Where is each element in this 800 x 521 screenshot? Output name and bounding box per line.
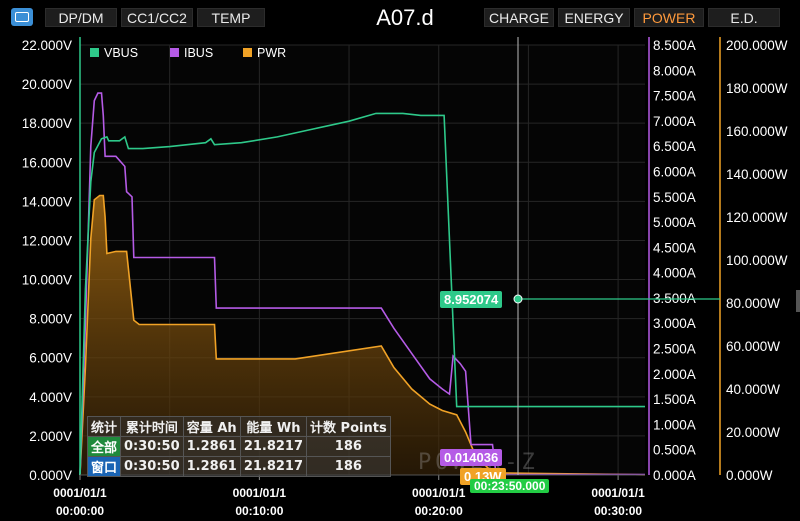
table-cell: 0:30:50 — [120, 456, 184, 477]
statistics-table: 统计 累计时间 容量 Ah 能量 Wh 计数 Points 全部 0:30:50… — [86, 416, 391, 477]
y-left-tick-label: 2.000V — [29, 429, 72, 444]
table-cell: 186 — [306, 456, 391, 477]
y-left-tick-label: 22.000V — [22, 38, 72, 53]
x-tick-time: 00:00:00 — [56, 504, 104, 518]
x-tick-time: 00:30:00 — [594, 504, 642, 518]
table-row: 全部 0:30:50 1.2861 21.8217 186 — [86, 436, 391, 457]
y-mid-tick-label: 7.500A — [653, 89, 696, 104]
y-right-tick-label: 200.000W — [726, 38, 788, 53]
y-mid-tick-label: 6.500A — [653, 139, 696, 154]
legend-swatch-vbus — [90, 48, 99, 57]
legend-swatch-pwr — [243, 48, 252, 57]
y-mid-tick-label: 3.000A — [653, 316, 696, 331]
y-mid-tick-label: 4.000A — [653, 266, 696, 281]
table-cell: 21.8217 — [239, 456, 308, 477]
chart-legend[interactable]: VBUS IBUS PWR — [90, 46, 286, 60]
header-cell: 容量 Ah — [182, 416, 241, 437]
table-row: 窗口 0:30:50 1.2861 21.8217 186 — [86, 456, 391, 477]
table-cell: 186 — [306, 436, 391, 457]
y-right-tick-label: 180.000W — [726, 81, 788, 96]
header-cell: 能量 Wh — [239, 416, 308, 437]
row-label-all: 全部 — [86, 436, 122, 457]
table-cell: 21.8217 — [239, 436, 308, 457]
header-cell: 计数 Points — [306, 416, 391, 437]
table-cell: 0:30:50 — [120, 436, 184, 457]
y-left-tick-label: 8.000V — [29, 312, 72, 327]
y-mid-tick-label: 2.000A — [653, 367, 696, 382]
y-mid-tick-label: 1.000A — [653, 417, 696, 432]
x-tick-time: 00:20:00 — [415, 504, 463, 518]
y-right-tick-label: 100.000W — [726, 253, 788, 268]
x-tick-date: 0001/01/1 — [53, 486, 107, 500]
header-cell: 统计 — [86, 416, 122, 437]
y-left-tick-label: 4.000V — [29, 390, 72, 405]
y-left-tick-label: 0.000V — [29, 468, 72, 483]
y-mid-tick-label: 6.000A — [653, 164, 696, 179]
y-right-tick-label: 60.000W — [726, 339, 780, 354]
table-cell: 1.2861 — [182, 456, 241, 477]
y-right-tick-label: 0.000W — [726, 468, 773, 483]
y-right-tick-label: 40.000W — [726, 382, 780, 397]
cursor-marker — [513, 294, 523, 304]
row-label-window: 窗口 — [86, 456, 122, 477]
y-left-tick-label: 16.000V — [22, 155, 72, 170]
header-cell: 累计时间 — [120, 416, 184, 437]
legend-label-pwr[interactable]: PWR — [257, 46, 286, 60]
y-left-tick-label: 6.000V — [29, 351, 72, 366]
y-mid-tick-label: 7.000A — [653, 114, 696, 129]
y-left-tick-label: 18.000V — [22, 116, 72, 131]
y-left-tick-label: 10.000V — [22, 273, 72, 288]
y-left-tick-label: 14.000V — [22, 194, 72, 209]
y-right-tick-label: 80.000W — [726, 296, 780, 311]
y-mid-tick-label: 4.500A — [653, 240, 696, 255]
cursor-ibus-value: 0.014036 — [440, 449, 503, 466]
x-tick-time: 00:10:00 — [235, 504, 283, 518]
table-cell: 1.2861 — [182, 436, 241, 457]
y-mid-tick-label: 1.500A — [653, 392, 696, 407]
y-mid-tick-label: 8.500A — [653, 38, 696, 53]
table-header-row: 统计 累计时间 容量 Ah 能量 Wh 计数 Points — [86, 416, 391, 437]
legend-label-ibus[interactable]: IBUS — [184, 46, 213, 60]
y-mid-tick-label: 5.000A — [653, 215, 696, 230]
y-right-tick-label: 160.000W — [726, 124, 788, 139]
y-right-tick-label: 120.000W — [726, 210, 788, 225]
y-mid-tick-label: 2.500A — [653, 342, 696, 357]
x-tick-date: 0001/01/1 — [233, 486, 287, 500]
legend-label-vbus[interactable]: VBUS — [104, 46, 138, 60]
cursor-vbus-value: 8.952074 — [440, 291, 503, 308]
cursor-time-value: 00:23:50.000 — [470, 479, 550, 493]
y-mid-tick-label: 8.000A — [653, 63, 696, 78]
scrollbar-thumb[interactable] — [796, 290, 800, 312]
y-mid-tick-label: 5.500A — [653, 190, 696, 205]
y-left-tick-label: 20.000V — [22, 77, 72, 92]
y-right-tick-label: 140.000W — [726, 167, 788, 182]
y-right-tick-label: 20.000W — [726, 425, 780, 440]
y-mid-tick-label: 0.000A — [653, 468, 696, 483]
x-tick-date: 0001/01/1 — [591, 486, 645, 500]
x-tick-date: 0001/01/1 — [412, 486, 466, 500]
legend-swatch-ibus — [170, 48, 179, 57]
y-left-tick-label: 12.000V — [22, 233, 72, 248]
y-mid-tick-label: 0.500A — [653, 443, 696, 458]
